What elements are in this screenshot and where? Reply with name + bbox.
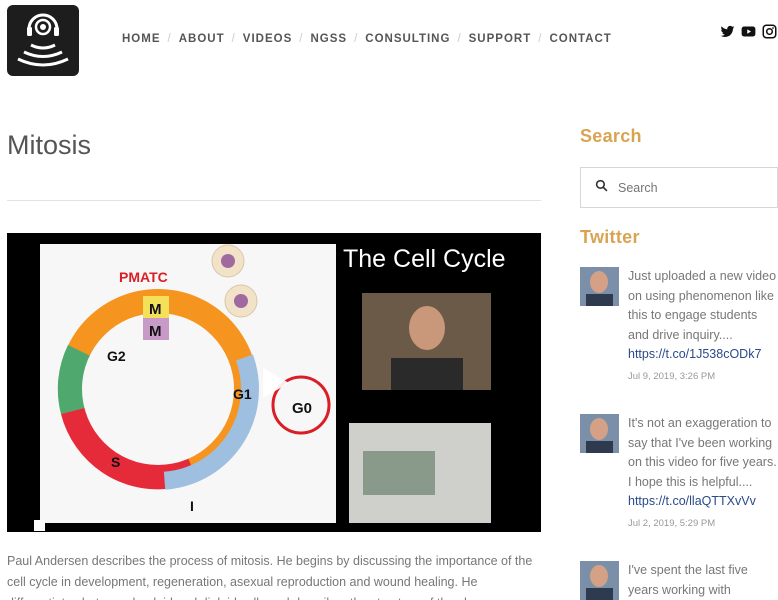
nav-consulting[interactable]: CONSULTING <box>365 33 450 45</box>
video-heading: The Cell Cycle <box>343 245 506 273</box>
nav-contact[interactable]: CONTACT <box>549 33 611 45</box>
main-nav: HOME / ABOUT / VIDEOS / NGSS / CONSULTIN… <box>122 33 612 45</box>
title-divider <box>7 200 541 201</box>
avatar[interactable] <box>580 267 619 306</box>
label-m2: M <box>149 323 162 340</box>
nav-separator: / <box>167 33 172 45</box>
label-m1: M <box>149 301 162 318</box>
twitter-icon[interactable] <box>720 24 735 39</box>
avatar[interactable] <box>580 414 619 453</box>
nav-separator: / <box>538 33 543 45</box>
headphones-logo-icon <box>17 13 69 67</box>
twitter-heading: Twitter <box>580 227 640 247</box>
nav-separator: / <box>231 33 236 45</box>
instagram-icon[interactable] <box>762 24 777 39</box>
search-input[interactable] <box>618 180 768 195</box>
video-description: Paul Andersen describes the process of m… <box>7 554 533 600</box>
nav-videos[interactable]: VIDEOS <box>243 33 292 45</box>
tweet-link[interactable]: https://t.co/1J538cODk7 <box>628 345 778 365</box>
tweet-text: It's not an exaggeration to say that I'v… <box>628 416 777 489</box>
tweet-text: Just uploaded a new video on using pheno… <box>628 269 777 342</box>
tweet-text: I've spent the last five years working w… <box>628 563 748 597</box>
page-title: Mitosis <box>7 130 92 160</box>
search-box[interactable] <box>580 167 778 208</box>
avatar[interactable] <box>580 561 619 600</box>
tweet-link[interactable]: https://t.co/llaQTTXvVv <box>628 492 778 512</box>
nav-ngss[interactable]: NGSS <box>310 33 347 45</box>
tweet-date: Jul 9, 2019, 3:26 PM <box>628 370 716 382</box>
nav-support[interactable]: SUPPORT <box>469 33 532 45</box>
nav-separator: / <box>354 33 359 45</box>
nav-separator: / <box>299 33 304 45</box>
social-links <box>720 24 777 39</box>
site-logo[interactable] <box>7 5 79 76</box>
player-control-icon <box>34 520 45 531</box>
label-g0: G0 <box>292 400 312 417</box>
label-i: I <box>190 498 194 514</box>
nav-separator: / <box>457 33 462 45</box>
search-heading: Search <box>580 126 642 146</box>
label-pmatc: PMATC <box>119 269 168 285</box>
nav-home[interactable]: HOME <box>122 33 161 45</box>
video-player[interactable]: M M PMATC G2 G1 S I G0 The Cell Cycle <box>7 233 541 532</box>
nav-about[interactable]: ABOUT <box>179 33 225 45</box>
label-g1: G1 <box>233 386 252 402</box>
tweet-date: Jul 2, 2019, 5:29 PM <box>628 517 716 529</box>
label-g2: G2 <box>107 348 126 364</box>
youtube-icon[interactable] <box>741 24 756 39</box>
search-icon <box>595 179 608 197</box>
label-s: S <box>111 454 120 470</box>
